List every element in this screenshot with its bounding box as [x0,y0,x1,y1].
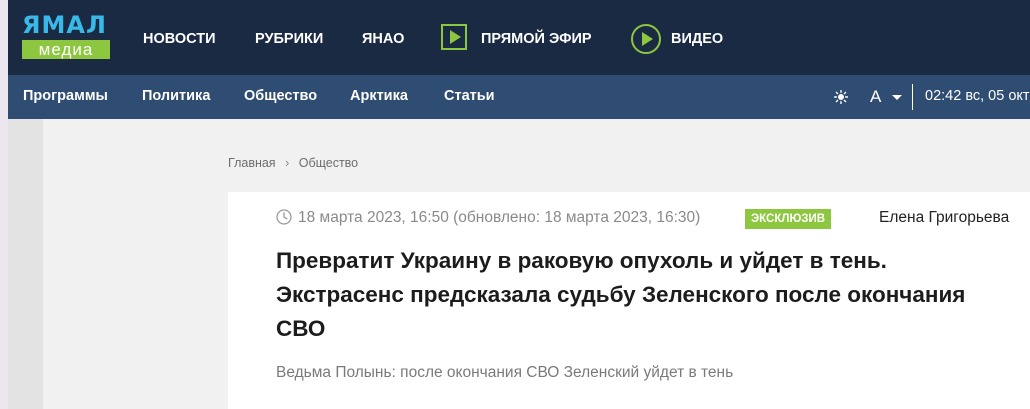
font-size-toggle[interactable]: А [870,87,881,107]
main-nav-yanao[interactable]: ЯНАО [362,31,404,47]
sub-nav-politics[interactable]: Политика [142,88,210,105]
article-card: 18 марта 2023, 16:50 (обновлено: 18 март… [228,192,1030,409]
sub-nav-bar: Программы Политика Общество Арктика Стат… [8,75,1030,119]
breadcrumb-home[interactable]: Главная [228,156,276,170]
sub-nav-society[interactable]: Общество [244,88,317,105]
breadcrumb-current[interactable]: Общество [299,156,358,170]
main-nav-live[interactable]: ПРЯМОЙ ЭФИР [481,31,592,47]
clock-icon [276,209,292,225]
sub-nav-articles[interactable]: Статьи [444,88,495,105]
divider [912,84,913,110]
article-lead: Ведьма Полынь: после окончания СВО Зелен… [276,364,734,381]
exclusive-badge: эксклюзив [745,209,832,229]
main-nav-rubrics[interactable]: РУБРИКИ [255,31,323,47]
play-circle-icon[interactable] [631,24,661,54]
chevron-down-icon[interactable] [892,95,902,100]
article-date: 18 марта 2023, 16:50 (обновлено: 18 март… [298,209,701,226]
logo-subtitle: медиа [22,40,110,59]
main-nav-video[interactable]: ВИДЕО [671,31,723,47]
top-header: ЯМАЛ медиа НОВОСТИ РУБРИКИ ЯНАО ПРЯМОЙ Э… [8,0,1030,75]
current-datetime: 02:42 вс, 05 окт [925,88,1030,104]
left-edge-strip [0,0,8,409]
site-logo[interactable]: ЯМАЛ медиа [22,13,112,61]
page-side-column [8,119,43,409]
sub-nav-programs[interactable]: Программы [23,88,108,105]
main-nav-news[interactable]: НОВОСТИ [143,31,216,47]
article-author[interactable]: Елена Григорьева [879,209,1009,227]
chevron-right-icon: › [285,156,290,170]
article-headline: Превратит Украину в раковую опухоль и уй… [276,248,966,341]
sun-icon[interactable] [834,90,848,104]
play-square-icon[interactable] [441,24,467,50]
logo-wordmark: ЯМАЛ [22,11,107,39]
breadcrumb: Главная › Общество [228,156,358,171]
sub-nav-arctic[interactable]: Арктика [350,88,408,105]
